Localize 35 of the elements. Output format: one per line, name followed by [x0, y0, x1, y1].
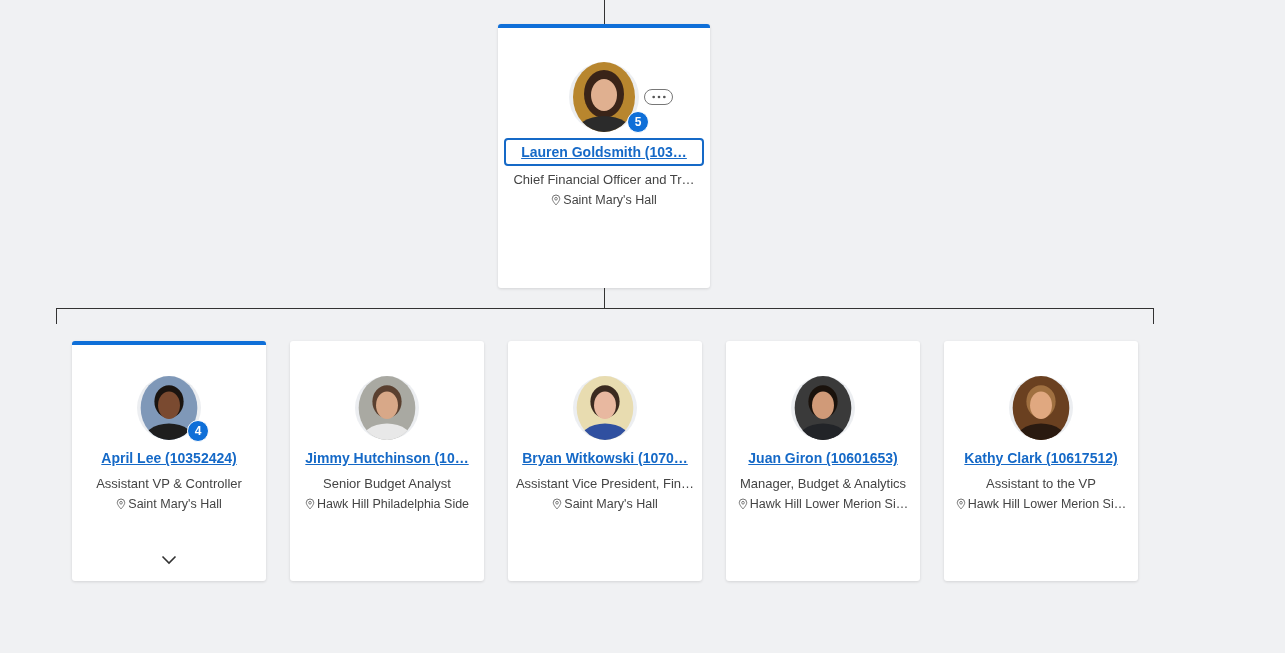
chevron-down-icon[interactable] — [161, 555, 177, 565]
location-pin-icon — [552, 498, 563, 510]
person-name-link[interactable]: Lauren Goldsmith (103… — [504, 138, 704, 166]
location-text: Saint Mary's Hall — [564, 497, 658, 511]
location-pin-icon — [955, 498, 966, 510]
person-name-link[interactable]: Bryan Witkowski (1070… — [518, 450, 692, 466]
job-title: Assistant Vice President, Fin… — [515, 476, 695, 491]
person-card[interactable]: 4 April Lee (10352424) Assistant VP & Controller Saint Mary's Hall — [72, 341, 266, 581]
ellipsis-icon — [650, 95, 667, 99]
location-pin-icon — [737, 498, 748, 510]
location-text: Hawk Hill Lower Merion Si… — [967, 497, 1127, 511]
report-count-badge: 4 — [187, 420, 209, 442]
location-pin-icon — [304, 498, 315, 510]
person-card[interactable]: 5 Lauren Goldsmith (103… Chief Financial Officer and Tr… Saint Mary's Hall — [498, 24, 710, 288]
job-title: Chief Financial Officer and Tr… — [513, 172, 695, 187]
person-name-link[interactable]: Kathy Clark (10617512) — [960, 450, 1122, 466]
job-title: Assistant VP & Controller — [96, 476, 242, 491]
person-card[interactable]: Jimmy Hutchinson (10… Senior Budget Analyst Hawk Hill Philadelphia Side — [290, 341, 484, 581]
person-card[interactable]: Bryan Witkowski (1070… Assistant Vice President, Fin… Saint Mary's Hall — [508, 341, 702, 581]
person-card[interactable]: Kathy Clark (10617512) Assistant to the VP Hawk Hill Lower Merion Si… — [944, 341, 1138, 581]
location-pin-icon — [116, 498, 127, 510]
job-title: Manager, Budget & Analytics — [739, 476, 907, 491]
job-title: Senior Budget Analyst — [323, 476, 451, 491]
more-button[interactable] — [644, 89, 673, 105]
person-name-link[interactable]: Jimmy Hutchinson (10… — [301, 450, 473, 466]
location-text: Saint Mary's Hall — [128, 497, 222, 511]
location-text: Saint Mary's Hall — [563, 193, 657, 207]
report-count-badge: 5 — [627, 111, 649, 133]
person-name-link[interactable]: April Lee (10352424) — [97, 450, 241, 466]
location-text: Hawk Hill Philadelphia Side — [316, 497, 470, 511]
location-pin-icon — [551, 194, 562, 206]
person-name-link[interactable]: Juan Giron (10601653) — [744, 450, 902, 466]
location-text: Hawk Hill Lower Merion Si… — [749, 497, 909, 511]
job-title: Assistant to the VP — [986, 476, 1096, 491]
person-card[interactable]: Juan Giron (10601653) Manager, Budget & Analytics Hawk Hill Lower Merion Si… — [726, 341, 920, 581]
